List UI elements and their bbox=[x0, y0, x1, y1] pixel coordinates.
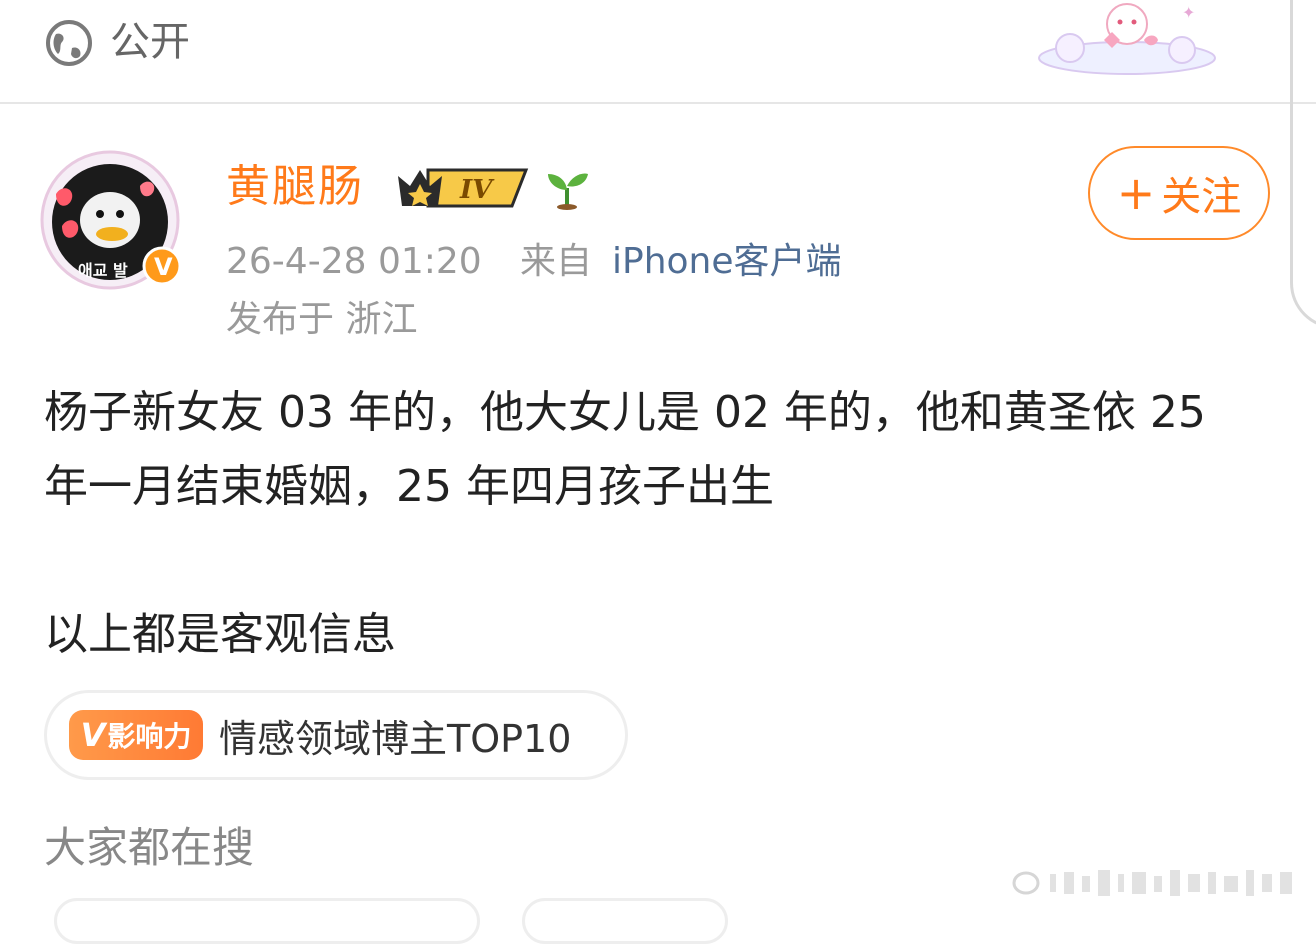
globe-icon bbox=[46, 20, 92, 66]
verified-mark: V bbox=[154, 253, 173, 281]
author-name[interactable]: 黄腿肠 bbox=[226, 156, 364, 218]
influence-badge-text: 影响力 bbox=[107, 720, 192, 753]
trending-chip[interactable] bbox=[54, 898, 480, 944]
follow-button[interactable]: + 关注 bbox=[1088, 146, 1270, 240]
level-badge-text: IV bbox=[459, 175, 495, 205]
plus-icon: + bbox=[1116, 166, 1156, 220]
influence-badge: V 影响力 bbox=[69, 710, 203, 760]
avatar[interactable]: 애교 발 V bbox=[36, 134, 190, 292]
post-time: 26-4-28 01:20 bbox=[226, 241, 482, 282]
scroll-edge bbox=[1290, 0, 1316, 329]
avatar-text: 애교 발 bbox=[78, 261, 128, 280]
post-location: 发布于 浙江 bbox=[226, 299, 418, 340]
post-body: 杨子新女友 03 年的，他大女儿是 02 年的，他和黄圣依 25 年一月结束婚姻… bbox=[44, 376, 1254, 672]
influence-tag[interactable]: V 影响力 情感领域博主TOP10 bbox=[44, 690, 628, 780]
post-paragraph: 以上都是客观信息 bbox=[44, 609, 396, 660]
sprout-icon bbox=[548, 173, 588, 210]
svg-text:✦: ✦ bbox=[1182, 3, 1195, 22]
cloud-bunny-sticker: ✦ bbox=[1038, 3, 1216, 75]
post-paragraph: 杨子新女友 03 年的，他大女儿是 02 年的，他和黄圣依 25 年一月结束婚姻… bbox=[44, 387, 1206, 512]
influence-label: 情感领域博主TOP10 bbox=[219, 716, 572, 761]
search-section-title: 大家都在搜 bbox=[44, 823, 255, 872]
visibility-label[interactable]: 公开 bbox=[110, 14, 190, 70]
crown-level-badge: IV bbox=[398, 168, 529, 208]
post-from-label: 来自 bbox=[520, 241, 593, 282]
post-source[interactable]: iPhone客户端 bbox=[612, 236, 842, 288]
trending-chip[interactable] bbox=[522, 898, 728, 944]
follow-label: 关注 bbox=[1161, 174, 1242, 220]
watermark bbox=[1012, 870, 1292, 896]
influence-v-icon: V bbox=[80, 716, 106, 754]
